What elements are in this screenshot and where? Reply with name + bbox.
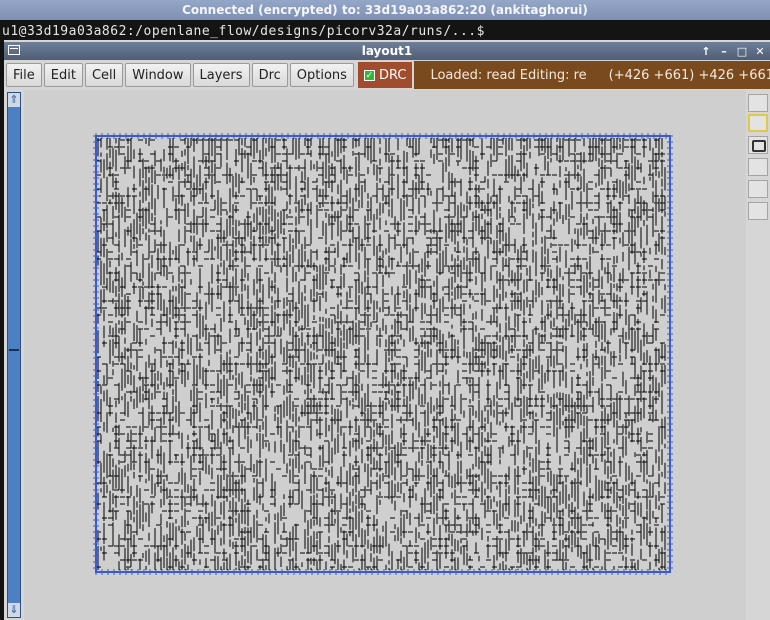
- status-area: Loaded: read Editing: re (+426 +661) +42…: [414, 61, 770, 89]
- tool-button-4[interactable]: [748, 158, 768, 176]
- menu-layers[interactable]: Layers: [192, 63, 250, 87]
- check-icon: ✓: [363, 69, 375, 81]
- window-titlebar[interactable]: layout1 ↑ – □ ✕: [4, 42, 770, 60]
- window-controls: ↑ – □ ✕: [700, 42, 766, 60]
- layout-canvas[interactable]: [24, 90, 746, 620]
- terminal-background: u1@33d19a03a862:/openlane_flow/designs/p…: [0, 20, 770, 40]
- scroll-up-icon[interactable]: ⇑: [8, 93, 20, 107]
- vertical-scrollbar[interactable]: ⇑ ⇓: [7, 92, 21, 618]
- tool-button-5[interactable]: [748, 180, 768, 198]
- window-menu-icon[interactable]: [8, 45, 20, 55]
- scroll-down-icon[interactable]: ⇓: [8, 603, 20, 617]
- menu-drc[interactable]: Drc: [251, 63, 288, 87]
- window-title: layout1: [361, 44, 413, 58]
- raise-window-icon[interactable]: ↑: [700, 45, 712, 58]
- scroll-position-marker[interactable]: [9, 349, 19, 351]
- tool-button-3[interactable]: [748, 136, 768, 154]
- close-icon[interactable]: ✕: [754, 45, 766, 58]
- vnc-connection-bar: Connected (encrypted) to: 33d19a03a862:2…: [0, 0, 770, 20]
- magic-layout-window: layout1 ↑ – □ ✕ File Edit Cell Window La…: [4, 40, 770, 620]
- cursor-coordinates: (+426 +661) +426 +661 microns: [608, 67, 770, 83]
- tool-button-6[interactable]: [748, 202, 768, 220]
- menubar: File Edit Cell Window Layers Drc Options…: [4, 61, 770, 89]
- loaded-status: Loaded: read Editing: re: [430, 67, 587, 83]
- menu-file[interactable]: File: [6, 63, 42, 87]
- menu-edit[interactable]: Edit: [43, 63, 83, 87]
- tool-button-2[interactable]: [748, 114, 768, 132]
- drc-toggle-button[interactable]: ✓ DRC: [357, 62, 413, 88]
- maximize-icon[interactable]: □: [736, 45, 748, 58]
- tool-panel: [748, 90, 770, 620]
- drc-label: DRC: [378, 67, 407, 83]
- terminal-line: u1@33d19a03a862:/openlane_flow/designs/p…: [2, 24, 485, 39]
- menu-options[interactable]: Options: [289, 63, 354, 87]
- tool-button-1[interactable]: [748, 94, 768, 112]
- vnc-title: Connected (encrypted) to: 33d19a03a862:2…: [182, 3, 588, 17]
- layout-drawing[interactable]: [24, 90, 746, 620]
- menu-window[interactable]: Window: [125, 63, 191, 87]
- minimize-icon[interactable]: –: [718, 45, 730, 58]
- menu-cell[interactable]: Cell: [84, 63, 124, 87]
